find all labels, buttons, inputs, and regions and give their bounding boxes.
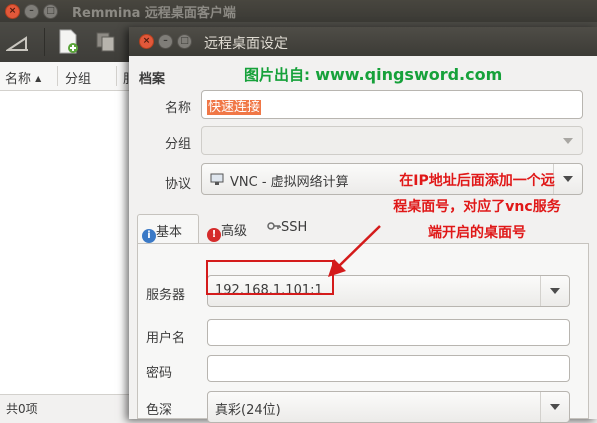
- column-separator: [57, 66, 58, 86]
- status-bar: 共0项: [0, 394, 140, 420]
- group-label: 分组: [164, 137, 191, 152]
- connect-icon[interactable]: [6, 32, 30, 54]
- annotation-arrow-icon: [328, 225, 381, 277]
- column-name[interactable]: 名称 ▲: [5, 68, 41, 87]
- info-icon: i: [142, 229, 156, 243]
- connection-list[interactable]: [0, 91, 140, 394]
- watermark-prefix: 图片出自:: [244, 66, 310, 84]
- column-group[interactable]: 分组: [65, 68, 91, 87]
- main-window-title: Remmina 远程桌面客户端: [72, 6, 236, 21]
- main-window-titlebar: × – □ Remmina 远程桌面客户端: [0, 0, 597, 22]
- sort-indicator: ▲: [35, 74, 42, 83]
- status-count: 共0项: [6, 402, 38, 416]
- connection-list-header: 名称 ▲ 分组 服: [0, 62, 140, 91]
- column-separator: [116, 66, 117, 86]
- annotation-text: 在IP地址后面添加一个远 程桌面号，对应了vnc服务 端开启的桌面号: [361, 168, 593, 246]
- tab-ssh[interactable]: SSH: [263, 214, 323, 242]
- main-minimize-button[interactable]: –: [24, 4, 39, 19]
- server-label: 服务器: [146, 288, 186, 303]
- tab-basic[interactable]: i 基本: [137, 214, 199, 244]
- color-depth-label: 色深: [146, 403, 173, 418]
- new-file-icon[interactable]: [57, 29, 79, 55]
- tab-advanced[interactable]: ! 高级: [203, 214, 263, 242]
- vnc-monitor-icon: [210, 173, 224, 185]
- key-icon: [267, 222, 281, 230]
- server-highlight-box: [206, 260, 334, 295]
- toolbar-separator: [44, 28, 45, 56]
- color-depth-combo[interactable]: 真彩(24位): [207, 391, 570, 423]
- tab-basic-label: 基本: [156, 225, 183, 240]
- dialog-title: 远程桌面设定: [204, 36, 288, 52]
- protocol-value: VNC - 虚拟网络计算: [230, 175, 349, 190]
- tab-advanced-label: 高级: [221, 224, 248, 239]
- stop-icon: !: [207, 228, 221, 242]
- name-field[interactable]: 快速连接: [201, 90, 583, 119]
- watermark-url: www.qingsword.com: [315, 65, 503, 84]
- tab-ssh-label: SSH: [281, 220, 308, 235]
- group-dropdown-arrow-icon[interactable]: [554, 127, 582, 154]
- dialog-minimize-button[interactable]: –: [158, 34, 173, 49]
- dialog-close-button[interactable]: ×: [139, 34, 154, 49]
- annotation-line-2: 程桌面号，对应了vnc服务: [393, 199, 561, 215]
- copy-icon[interactable]: [95, 31, 117, 53]
- main-maximize-button[interactable]: □: [43, 4, 58, 19]
- password-field[interactable]: [207, 355, 570, 382]
- server-dropdown-arrow-icon[interactable]: [540, 276, 569, 306]
- name-label: 名称: [164, 101, 191, 116]
- protocol-label: 协议: [164, 177, 191, 192]
- name-value: 快速连接: [207, 100, 262, 115]
- username-field[interactable]: [207, 319, 570, 346]
- dialog-titlebar: × – □ 远程桌面设定: [129, 27, 597, 56]
- username-label: 用户名: [146, 331, 186, 346]
- annotation-line-1: 在IP地址后面添加一个远: [399, 173, 555, 189]
- remote-desktop-dialog: × – □ 远程桌面设定 档案 图片出自: www.qingsword.com …: [129, 27, 597, 423]
- group-combo[interactable]: [201, 126, 583, 155]
- main-close-button[interactable]: ×: [5, 4, 20, 19]
- annotation-line-3: 端开启的桌面号: [428, 225, 526, 241]
- watermark: 图片出自: www.qingsword.com: [244, 64, 502, 85]
- color-depth-dropdown-arrow-icon[interactable]: [540, 392, 569, 422]
- dialog-maximize-button[interactable]: □: [177, 34, 192, 49]
- color-depth-value: 真彩(24位): [215, 403, 281, 418]
- password-label: 密码: [146, 366, 173, 381]
- profile-section-title: 档案: [139, 72, 166, 87]
